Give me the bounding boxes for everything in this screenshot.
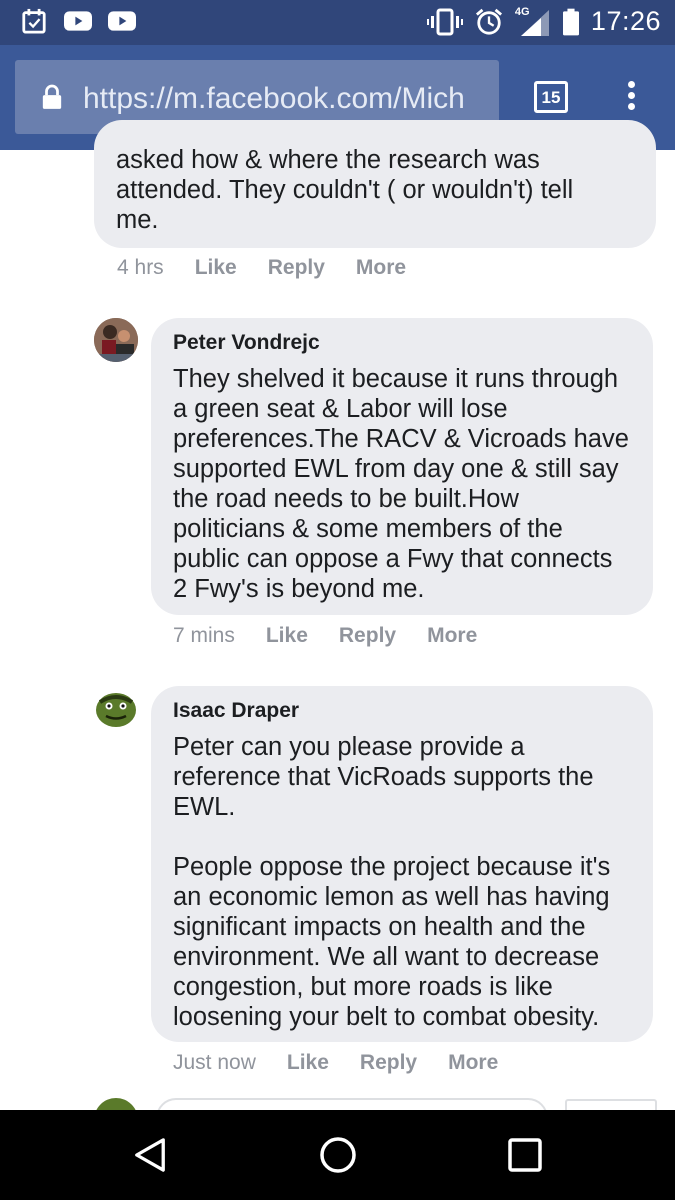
comment-author[interactable]: Isaac Draper: [173, 698, 653, 724]
comment-actions: 4 hrs Like Reply More: [117, 256, 406, 280]
more-button[interactable]: More: [427, 624, 477, 648]
like-button[interactable]: Like: [195, 256, 237, 280]
avatar[interactable]: [94, 318, 138, 362]
like-button[interactable]: Like: [287, 1051, 329, 1075]
home-icon[interactable]: [319, 1136, 357, 1174]
battery-icon: [562, 8, 579, 35]
navigation-bar: [0, 1110, 675, 1200]
back-icon[interactable]: [133, 1137, 167, 1173]
comment-bubble: Peter Vondrejc They shelved it because i…: [151, 318, 653, 615]
calendar-icon: [22, 8, 46, 34]
comment-timestamp[interactable]: 4 hrs: [117, 256, 164, 280]
url-text[interactable]: https://m.facebook.com/Mich: [83, 79, 495, 119]
youtube-icon: [108, 11, 136, 31]
comment-author[interactable]: Peter Vondrejc: [173, 330, 653, 356]
more-button[interactable]: More: [448, 1051, 498, 1075]
system-icons: 4G 17:26: [426, 6, 661, 37]
lock-icon: [42, 84, 62, 109]
avatar[interactable]: [94, 686, 138, 730]
clock: 17:26: [590, 6, 661, 36]
reply-button[interactable]: Reply: [268, 256, 325, 280]
alarm-icon: [475, 8, 502, 35]
tab-switcher-button[interactable]: 15: [534, 81, 568, 113]
like-button[interactable]: Like: [266, 624, 308, 648]
vibrate-icon: [426, 8, 463, 35]
more-button[interactable]: More: [356, 256, 406, 280]
status-bar: 4G 17:26: [0, 0, 675, 45]
comment-timestamp[interactable]: Just now: [173, 1051, 256, 1075]
comment-timestamp[interactable]: 7 mins: [173, 624, 235, 648]
comment-bubble: asked how & where the research was atten…: [94, 120, 656, 248]
profile-photo-icon: [94, 686, 138, 730]
comment-text: asked how & where the research was atten…: [116, 146, 574, 234]
reply-button[interactable]: Reply: [360, 1051, 417, 1075]
comment-bubble: Isaac Draper Peter can you please provid…: [151, 686, 653, 1042]
comment-actions: 7 mins Like Reply More: [173, 624, 477, 648]
recents-icon[interactable]: [508, 1138, 542, 1172]
notification-icons: [20, 8, 136, 34]
profile-photo-icon: [94, 318, 138, 362]
comment-text: Peter can you please provide a reference…: [173, 733, 611, 1031]
comment-text: They shelved it because it runs through …: [173, 365, 629, 603]
overflow-menu-icon[interactable]: [622, 81, 640, 115]
youtube-icon: [64, 11, 92, 31]
signal-icon: 4G: [515, 6, 551, 36]
comment-actions: Just now Like Reply More: [173, 1051, 498, 1075]
reply-button[interactable]: Reply: [339, 624, 396, 648]
